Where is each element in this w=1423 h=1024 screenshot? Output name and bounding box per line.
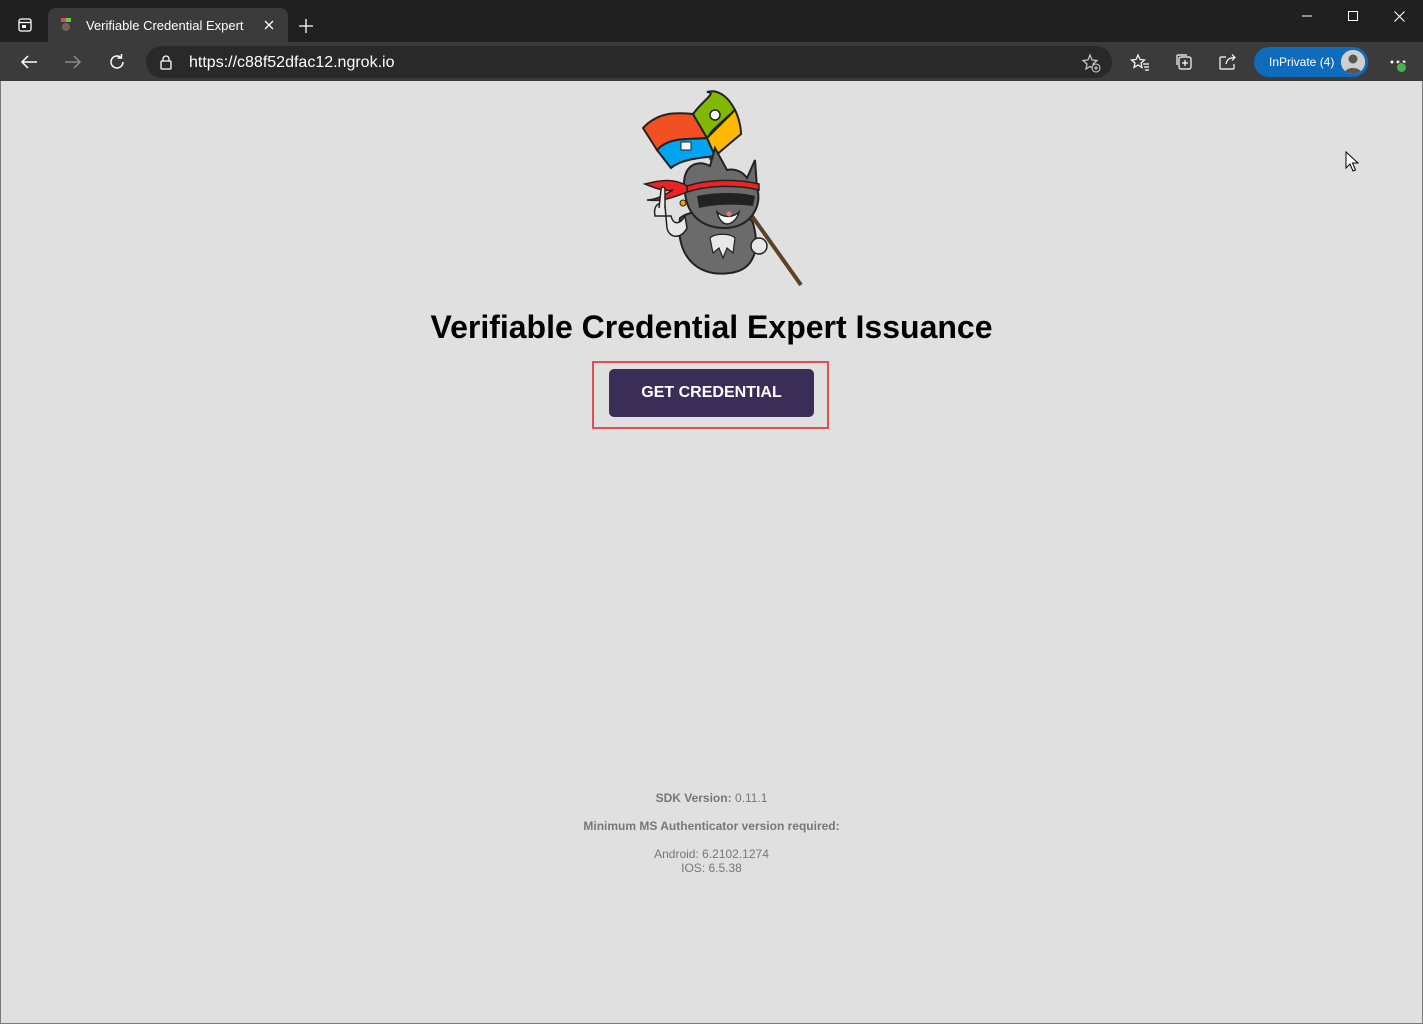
favicon-icon — [58, 17, 74, 33]
browser-toolbar: https://c88f52dfac12.ngrok.io InPrivate … — [0, 42, 1423, 81]
new-tab-icon[interactable] — [293, 13, 319, 39]
ninja-cat-mascot-image — [641, 90, 803, 287]
update-available-icon — [1396, 62, 1407, 73]
back-icon[interactable] — [13, 46, 45, 78]
collections-icon[interactable] — [1168, 46, 1200, 78]
url-text[interactable]: https://c88f52dfac12.ngrok.io — [189, 54, 394, 72]
favorites-icon[interactable] — [1124, 46, 1156, 78]
address-bar[interactable]: https://c88f52dfac12.ngrok.io — [146, 46, 1112, 78]
page-title: Verifiable Credential Expert Issuance — [430, 309, 993, 345]
refresh-icon[interactable] — [101, 46, 133, 78]
title-bar: Verifiable Credential Expert — [0, 0, 1423, 42]
close-window-icon[interactable] — [1376, 0, 1422, 32]
page-content: Verifiable Credential Expert Issuance GE… — [1, 81, 1422, 1023]
sdk-version-line: SDK Version: 0.11.1 — [1, 791, 1422, 805]
lock-icon[interactable] — [158, 54, 174, 70]
url-scheme: https:// — [189, 54, 238, 71]
maximize-icon[interactable] — [1330, 0, 1376, 32]
tab-active[interactable]: Verifiable Credential Expert — [48, 8, 288, 42]
get-credential-button[interactable]: GET CREDENTIAL — [609, 369, 814, 417]
inprivate-label: InPrivate (4) — [1269, 55, 1335, 69]
add-favorite-icon[interactable] — [1080, 52, 1102, 74]
share-icon[interactable] — [1212, 46, 1244, 78]
url-host: c88f52dfac12.ngrok.io — [237, 54, 395, 71]
sdk-version-value: 0.11.1 — [734, 791, 768, 805]
forward-icon[interactable] — [57, 46, 89, 78]
tab-actions-icon[interactable] — [8, 8, 42, 42]
sdk-version-label: SDK Version: — [655, 791, 732, 805]
close-tab-icon[interactable] — [260, 16, 278, 34]
ios-version: IOS: 6.5.38 — [681, 861, 742, 875]
min-version-line: Minimum MS Authenticator version require… — [1, 819, 1422, 833]
minimize-icon[interactable] — [1284, 0, 1330, 32]
mouse-cursor-icon — [1345, 151, 1359, 172]
min-version-label: Minimum MS Authenticator version require… — [583, 819, 840, 833]
inprivate-profile-button[interactable]: InPrivate (4) — [1254, 47, 1368, 77]
version-footer: SDK Version: 0.11.1 Minimum MS Authentic… — [1, 791, 1422, 875]
tab-title: Verifiable Credential Expert — [86, 17, 244, 33]
avatar — [1341, 50, 1365, 74]
android-version: Android: 6.2102.1274 — [654, 847, 769, 861]
